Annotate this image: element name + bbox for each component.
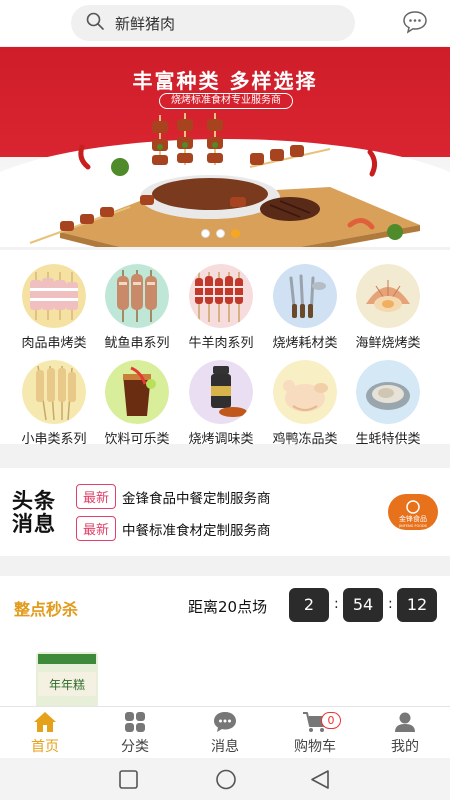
banner-dot-active[interactable]: [231, 229, 240, 238]
category-label: 小串类系列: [21, 432, 87, 447]
oyster-icon: [356, 360, 420, 424]
tab-label: 我的: [391, 739, 419, 755]
search-placeholder: 新鲜猪肉: [115, 14, 176, 33]
tab-label: 分类: [121, 739, 149, 755]
product-label: 年年糕: [49, 678, 85, 692]
category-drinks[interactable]: 饮料可乐类: [92, 360, 182, 447]
message-bubble-icon[interactable]: [402, 10, 428, 34]
countdown-hours: 2: [289, 588, 329, 622]
headline-news: 头条 消息 最新 金锋食品中餐定制服务商 最新 中餐标准食材定制服务商 金锋食品…: [0, 468, 450, 556]
category-label: 肉品串烤类: [21, 336, 87, 351]
flash-sale-title: 整点秒杀: [14, 600, 79, 619]
countdown-colon: :: [388, 596, 393, 612]
top-bar: 新鲜猪肉: [0, 0, 450, 46]
frozen-chicken-icon: [273, 360, 337, 424]
countdown-minutes: 54: [343, 588, 383, 622]
category-squid-skewers[interactable]: 鱿鱼串系列: [92, 264, 182, 351]
category-label: 鱿鱼串系列: [104, 336, 170, 351]
category-seafood[interactable]: 海鲜烧烤类: [343, 264, 433, 351]
recent-apps-icon[interactable]: [119, 770, 138, 789]
home-circle-icon[interactable]: [216, 769, 236, 790]
countdown-seconds: 12: [397, 588, 437, 622]
beef-lamb-skewers-icon: [189, 264, 253, 328]
system-navigation-bar: [0, 759, 450, 800]
brand-logo-text: 金锋食品: [399, 514, 427, 523]
category-small-skewers[interactable]: 小串类系列: [9, 360, 99, 447]
chat-icon: [180, 711, 270, 733]
squid-skewers-icon: [105, 264, 169, 328]
cart-icon: [270, 711, 360, 733]
category-seasoning[interactable]: 烧烤调味类: [176, 360, 266, 447]
bottom-tab-bar: 首页 分类 消息 0 购物车 我的: [0, 706, 450, 758]
home-icon: [0, 711, 90, 733]
news-tag: 最新: [76, 484, 117, 509]
app-screen: 新鲜猪肉 丰富种类 多样选择 烧烤标准食材专业服务商 肉品串烤类 鱿鱼串系列 牛…: [0, 0, 450, 800]
pork-skewers-icon: [22, 264, 86, 328]
headline-title: 头条 消息: [12, 490, 56, 536]
news-text: 中餐标准食材定制服务商: [122, 522, 271, 539]
category-label: 烧烤调味类: [188, 432, 254, 447]
news-item[interactable]: 最新 中餐标准食材定制服务商: [76, 516, 271, 541]
category-label: 海鲜烧烤类: [355, 336, 421, 351]
tab-label: 消息: [211, 739, 239, 755]
category-poultry[interactable]: 鸡鸭冻品类: [260, 360, 350, 447]
category-label: 饮料可乐类: [104, 432, 170, 447]
tab-label: 首页: [31, 739, 59, 755]
category-pork-skewers[interactable]: 肉品串烤类: [9, 264, 99, 351]
cola-drink-icon: [105, 360, 169, 424]
tab-cart[interactable]: 0 购物车: [270, 711, 360, 756]
category-beef-lamb[interactable]: 牛羊肉系列: [176, 264, 266, 351]
search-icon: [85, 11, 105, 35]
tab-profile[interactable]: 我的: [360, 711, 450, 756]
category-label: 生蚝特供类: [355, 432, 421, 447]
news-tag: 最新: [76, 516, 117, 541]
tab-category[interactable]: 分类: [90, 711, 180, 756]
back-triangle-icon[interactable]: [311, 770, 329, 789]
tab-label: 购物车: [294, 739, 336, 755]
category-grid: 肉品串烤类 鱿鱼串系列 牛羊肉系列 烧烤耗材类 海鲜烧烤类 小串类系列 饮料可乐…: [0, 250, 450, 447]
brand-logo: 金锋食品 JINFENG FOODS: [388, 494, 438, 530]
tab-messages[interactable]: 消息: [180, 711, 270, 756]
banner-dot[interactable]: [201, 229, 210, 238]
category-bbq-tools[interactable]: 烧烤耗材类: [260, 264, 350, 351]
banner-bbq-illustration: [29, 113, 420, 247]
user-icon: [360, 711, 450, 733]
bbq-tools-icon: [273, 264, 337, 328]
countdown-colon: :: [334, 596, 339, 612]
banner-dot[interactable]: [216, 229, 225, 238]
scallop-icon: [356, 264, 420, 328]
brand-logo-subtext: JINFENG FOODS: [398, 524, 428, 528]
category-oyster[interactable]: 生蚝特供类: [343, 360, 433, 447]
news-text: 金锋食品中餐定制服务商: [122, 490, 271, 507]
tab-home[interactable]: 首页: [0, 711, 90, 756]
category-label: 鸡鸭冻品类: [272, 432, 338, 447]
banner-pagination: [201, 229, 240, 238]
headline-title-line1: 头条: [12, 489, 56, 513]
headline-title-line2: 消息: [12, 512, 56, 536]
grid-icon: [90, 711, 180, 733]
category-label: 烧烤耗材类: [272, 336, 338, 351]
countdown-label: 距离20点场: [188, 598, 268, 616]
news-item[interactable]: 最新 金锋食品中餐定制服务商: [76, 484, 271, 509]
search-input[interactable]: 新鲜猪肉: [71, 5, 355, 41]
flash-sale-product-image[interactable]: 年年糕: [34, 650, 100, 714]
seasoning-jar-icon: [189, 360, 253, 424]
flash-sale-section: 整点秒杀 距离20点场 2 : 54 : 12 年年糕: [0, 576, 450, 714]
promo-banner[interactable]: 丰富种类 多样选择 烧烤标准食材专业服务商: [0, 47, 450, 247]
category-label: 牛羊肉系列: [188, 336, 254, 351]
small-skewers-icon: [22, 360, 86, 424]
cart-badge: 0: [321, 712, 341, 729]
